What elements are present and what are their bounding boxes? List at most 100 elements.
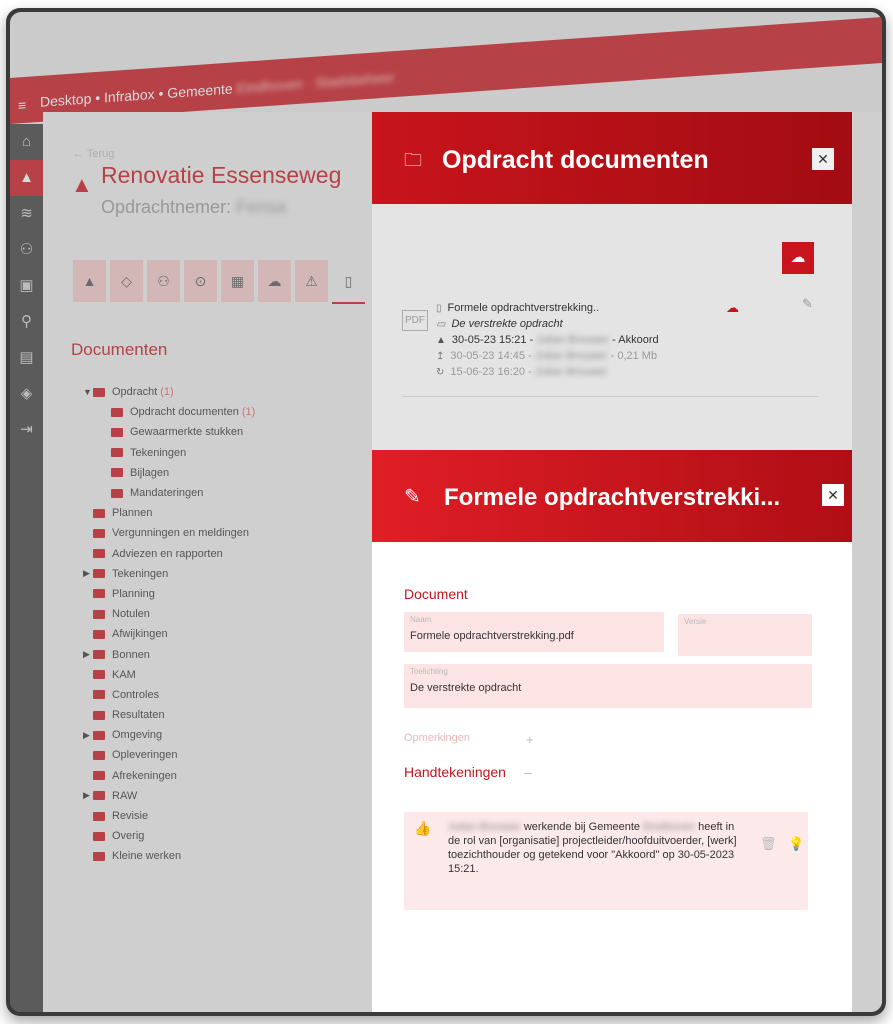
title-bar: ≡ Desktop • Infrabox • Gemeente Eindhove… — [10, 17, 882, 124]
breadcrumb[interactable]: Desktop • Infrabox • Gemeente Eindhoven … — [40, 69, 395, 110]
people-icon[interactable]: ⚇ — [10, 232, 43, 268]
tree-folder-item[interactable]: Controles — [83, 685, 255, 705]
tree-folder-item[interactable]: Opdracht documenten (1) — [83, 402, 255, 422]
folder-icon — [111, 488, 123, 498]
tree-folder-label: Afwijkingen — [112, 628, 168, 641]
package-icon[interactable]: ◈ — [10, 376, 43, 412]
tree-folder-item[interactable]: Adviezen en rapporten — [83, 544, 255, 564]
tree-folder-label: Afrekeningen — [112, 769, 177, 782]
close-button[interactable]: ✕ — [822, 484, 844, 506]
folder-icon — [111, 427, 123, 437]
tree-folder-item[interactable]: ▶ Omgeving — [83, 725, 255, 745]
tree-folder-item[interactable]: ▼ Opdracht (1) — [83, 382, 255, 402]
tree-folder-item[interactable]: Plannen — [83, 503, 255, 523]
project-cone-icon[interactable]: ▲ — [10, 160, 43, 196]
folder-icon — [93, 650, 105, 660]
back-link[interactable]: ← Terug — [73, 148, 114, 160]
tab-project-cone-icon[interactable]: ▲ — [73, 260, 106, 302]
tab-warning-icon[interactable]: ⚠ — [295, 260, 328, 302]
version-field[interactable]: Versie — [678, 614, 812, 656]
tab-people-icon[interactable]: ⚇ — [147, 260, 180, 302]
tree-folder-item[interactable]: Opleveringen — [83, 745, 255, 765]
folder-icon — [93, 811, 105, 821]
document-description: De verstrekte opdracht — [451, 318, 563, 330]
cloud-download-icon[interactable]: ☁ — [726, 300, 739, 316]
folder-document-icon: 🗀 — [404, 150, 422, 170]
tree-folder-item[interactable]: Bijlagen — [83, 463, 255, 483]
folder-icon — [93, 771, 105, 781]
tree-folder-item[interactable]: Gewaarmerkte stukken — [83, 422, 255, 442]
tree-folder-item[interactable]: Kleine werken — [83, 846, 255, 866]
tree-folder-item[interactable]: ▶ RAW — [83, 786, 255, 806]
tree-folder-item[interactable]: ▶ Bonnen — [83, 644, 255, 664]
tree-folder-item[interactable]: Overig — [83, 826, 255, 846]
folder-icon — [93, 710, 105, 720]
project-cone-icon: ▲ — [71, 172, 93, 197]
lightbulb-icon[interactable]: 💡 — [788, 836, 804, 852]
expand-arrow-icon[interactable]: ▼ — [83, 387, 93, 397]
tree-folder-label: Controles — [112, 688, 160, 701]
explanation-field[interactable]: Toelichting De verstrekte opdracht — [404, 664, 812, 708]
left-navigation: ⌂ ▲ ≋ ⚇ ▣ ⚲ ▤ ◈ ⇥ — [10, 124, 43, 1012]
folder-icon — [93, 569, 105, 579]
device-frame: ≡ Desktop • Infrabox • Gemeente Eindhove… — [6, 8, 886, 1016]
expand-arrow-icon[interactable]: ▶ — [83, 730, 93, 741]
document-section-heading: Document — [404, 586, 468, 602]
page-title: Renovatie Essenseweg — [101, 162, 342, 188]
document-name[interactable]: Formele opdrachtverstrekking.. — [448, 302, 600, 314]
home-icon[interactable]: ⌂ — [10, 124, 43, 160]
signatures-collapse-button[interactable]: – — [524, 764, 532, 780]
tree-folder-label: Omgeving — [112, 729, 163, 742]
folder-icon — [111, 407, 123, 417]
expand-arrow-icon[interactable]: ▶ — [83, 790, 93, 801]
logout-icon[interactable]: ⇥ — [10, 412, 43, 448]
folder-icon — [93, 831, 105, 841]
cloud-upload-icon[interactable]: ☁ — [782, 242, 814, 274]
thumbs-up-icon: ▲ — [436, 335, 446, 346]
folder-icon — [93, 791, 105, 801]
tree-folder-item[interactable]: ▶ Tekeningen — [83, 564, 255, 584]
tree-folder-item[interactable]: KAM — [83, 665, 255, 685]
panel-title: Formele opdrachtverstrekki... — [444, 484, 781, 511]
folder-icon — [93, 508, 105, 518]
name-field[interactable]: Naam Formele opdrachtverstrekking.pdf — [404, 612, 664, 652]
layers-icon[interactable]: ≋ — [10, 196, 43, 232]
opdracht-documenten-panel: 🗀 Opdracht documenten ✕ ☁ PDF ▯ Formele o… — [372, 112, 852, 452]
tree-folder-item[interactable]: Afwijkingen — [83, 624, 255, 644]
tree-folder-label: Adviezen en rapporten — [112, 547, 223, 560]
user-edit-icon[interactable]: ⚲ — [10, 304, 43, 340]
tree-folder-label: Opdracht — [112, 386, 158, 399]
tree-folder-label: Kleine werken — [112, 850, 182, 863]
divider — [402, 396, 818, 397]
documents-heading: Documenten — [71, 340, 168, 359]
tree-folder-item[interactable]: Planning — [83, 584, 255, 604]
contacts-icon[interactable]: ▣ — [10, 268, 43, 304]
tree-folder-label: Resultaten — [112, 709, 165, 722]
tree-folder-item[interactable]: Tekeningen — [83, 443, 255, 463]
trash-icon[interactable]: 🗑 — [760, 836, 777, 852]
tab-tag-icon[interactable]: ◇ — [110, 260, 143, 302]
signature-card: 👍 Julian Brouwer werkende bij Gemeente E… — [404, 812, 808, 910]
expand-arrow-icon[interactable]: ▶ — [83, 568, 93, 579]
tree-folder-item[interactable]: Revisie — [83, 806, 255, 826]
tab-location-pin-icon[interactable]: ⊙ — [184, 260, 217, 302]
tree-folder-label: Gewaarmerkte stukken — [130, 426, 244, 439]
library-icon[interactable]: ▤ — [10, 340, 43, 376]
tree-folder-item[interactable]: Afrekeningen — [83, 766, 255, 786]
tree-folder-item[interactable]: Resultaten — [83, 705, 255, 725]
tree-folder-item[interactable]: Mandateringen — [83, 483, 255, 503]
tab-calendar-icon[interactable]: ▦ — [221, 260, 254, 302]
tree-folder-label: KAM — [112, 668, 136, 681]
edit-document-icon: ✎ — [404, 486, 421, 508]
tree-folder-label: Bijlagen — [130, 466, 170, 479]
expand-arrow-icon[interactable]: ▶ — [83, 649, 93, 660]
tab-document-icon[interactable]: ▯ — [332, 260, 365, 304]
hamburger-icon[interactable]: ≡ — [18, 97, 26, 114]
tab-cloud-icon[interactable]: ☁ — [258, 260, 291, 302]
tree-folder-item[interactable]: Notulen — [83, 604, 255, 624]
remarks-expand-button[interactable]: + — [526, 732, 534, 747]
close-button[interactable]: ✕ — [812, 148, 834, 170]
panel-header: 🗀 Opdracht documenten ✕ — [372, 112, 852, 204]
tree-folder-item[interactable]: Vergunningen en meldingen — [83, 523, 255, 543]
edit-icon[interactable]: ✎ — [802, 296, 813, 312]
